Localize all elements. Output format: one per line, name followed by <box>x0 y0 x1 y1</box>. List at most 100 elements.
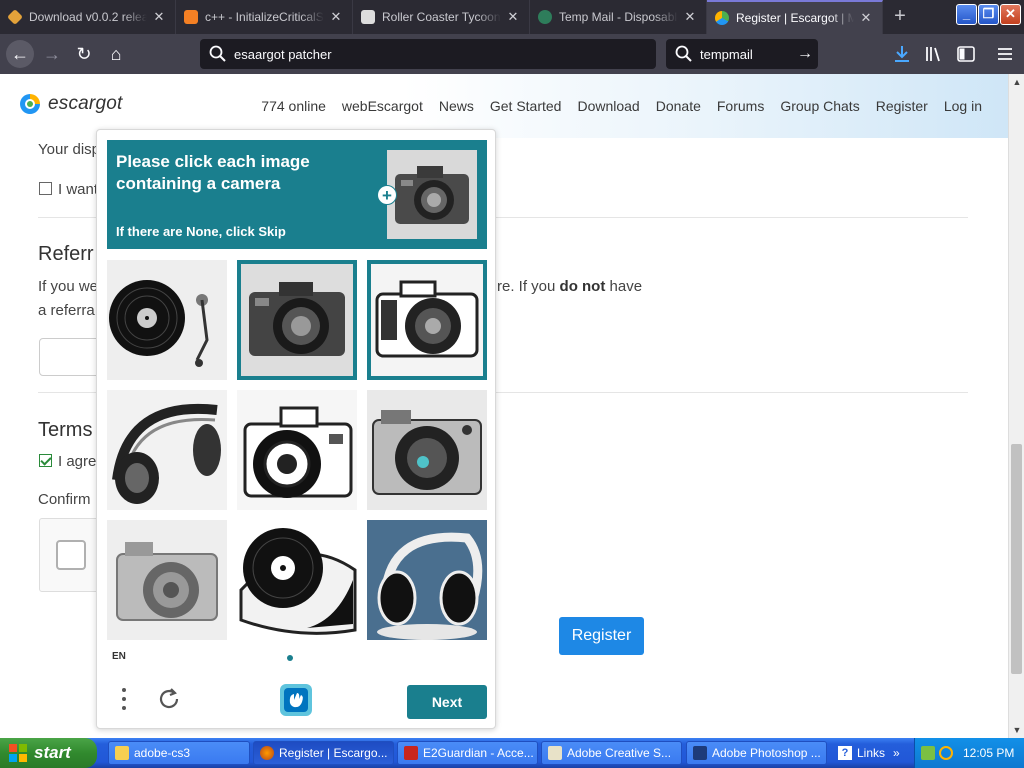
expand-sample-icon[interactable]: + <box>377 185 397 205</box>
tab-close-icon[interactable]: ✕ <box>682 9 698 25</box>
page-scrollbar[interactable]: ▲ ▼ <box>1008 74 1024 738</box>
captcha-tile-6[interactable] <box>367 390 487 510</box>
search-bar[interactable]: tempmail → <box>666 39 818 69</box>
tab-close-icon[interactable]: ✕ <box>858 10 874 26</box>
sidebar-icon[interactable] <box>954 42 978 66</box>
captcha-tile-9[interactable] <box>367 520 487 640</box>
tab-roller-coaster[interactable]: Roller Coaster Tycoon ✕ <box>353 0 530 34</box>
search-tray-icon[interactable] <box>939 746 953 760</box>
tab-title: Download v0.0.2 release <box>29 10 147 24</box>
tab-temp-mail[interactable]: Temp Mail - Disposable ✕ <box>530 0 707 34</box>
register-button[interactable]: Register <box>559 617 644 655</box>
installer-icon <box>548 746 562 760</box>
back-button[interactable]: ← <box>6 40 34 68</box>
tab-close-icon[interactable]: ✕ <box>505 9 521 25</box>
minimize-button[interactable]: _ <box>956 4 977 25</box>
captcha-tile-1[interactable] <box>107 260 227 380</box>
tab-favicon-icon <box>538 10 552 24</box>
want-label: I want <box>58 181 99 198</box>
referral-text-line2: a referra <box>38 302 95 319</box>
close-window-button[interactable]: ✕ <box>1000 4 1021 25</box>
captcha-tile-2[interactable] <box>237 260 357 380</box>
network-icon[interactable] <box>921 746 935 760</box>
links-label: Links <box>857 746 886 760</box>
scroll-down-arrow-icon[interactable]: ▼ <box>1009 722 1024 738</box>
agree-checkbox[interactable] <box>39 454 52 467</box>
captcha-tile-7[interactable] <box>107 520 227 640</box>
refresh-icon[interactable] <box>156 686 182 712</box>
confirm-label: Confirm <box>38 491 91 508</box>
links-chevron: » <box>893 746 900 760</box>
want-checkbox[interactable] <box>39 182 52 195</box>
scroll-up-arrow-icon[interactable]: ▲ <box>1009 74 1024 90</box>
agree-label: I agre <box>58 453 97 470</box>
start-button[interactable]: start <box>0 738 97 768</box>
site-name: escargot <box>48 93 123 114</box>
search-icon <box>675 45 692 62</box>
site-logo[interactable]: escargot <box>18 92 122 116</box>
site-menu: 774 online webEscargot News Get Started … <box>245 98 982 114</box>
task-adobe-photoshop[interactable]: Adobe Photoshop ... <box>686 741 827 765</box>
menu-item-webescargot[interactable]: webEscargot <box>342 98 423 114</box>
forward-button[interactable]: → <box>38 40 66 68</box>
tab-title: Roller Coaster Tycoon <box>382 10 501 24</box>
menu-item-download[interactable]: Download <box>577 98 639 114</box>
tab-register-escargot[interactable]: Register | Escargot | MSN ✕ <box>707 0 883 34</box>
tab-favicon-icon <box>361 10 375 24</box>
menu-item-news[interactable]: News <box>439 98 474 114</box>
tab-close-icon[interactable]: ✕ <box>151 9 167 25</box>
address-bar[interactable]: esaargot patcher <box>200 39 656 69</box>
referral-text-c: have <box>605 278 643 295</box>
camera-image <box>237 390 357 510</box>
tab-title: Temp Mail - Disposable <box>559 10 678 24</box>
tab-title: c++ - InitializeCriticalSection <box>205 10 324 24</box>
firefox-icon <box>260 746 274 760</box>
terms-heading: Terms <box>38 419 93 441</box>
search-text: tempmail <box>700 46 753 62</box>
menu-item-forums[interactable]: Forums <box>717 98 764 114</box>
search-go-icon[interactable]: → <box>792 45 818 63</box>
tab-favicon-icon <box>184 10 198 24</box>
tab-close-icon[interactable]: ✕ <box>328 9 344 25</box>
menu-item-register[interactable]: Register <box>876 98 928 114</box>
menu-item-get-started[interactable]: Get Started <box>490 98 562 114</box>
folder-icon <box>115 746 129 760</box>
library-icon[interactable] <box>922 42 946 66</box>
new-tab-button[interactable]: + <box>888 4 912 30</box>
captcha-tile-4[interactable] <box>107 390 227 510</box>
reload-button[interactable]: ↻ <box>70 40 98 68</box>
tab-download-release[interactable]: Download v0.0.2 release ✕ <box>0 0 176 34</box>
restore-button[interactable]: ❐ <box>978 4 999 25</box>
menu-dots-icon[interactable] <box>119 688 129 714</box>
task-adobe-cs3[interactable]: adobe-cs3 <box>108 741 250 765</box>
referral-text-left: If you we <box>38 278 99 295</box>
task-label: Adobe Creative S... <box>567 746 672 760</box>
taskbar: start adobe-cs3 Register | Escargo... E2… <box>0 738 1024 768</box>
camera-image <box>241 264 353 376</box>
e2guardian-icon <box>404 746 418 760</box>
camera-image <box>371 264 483 376</box>
browser-nav-bar: ← → ↻ ⌂ esaargot patcher tempmail → <box>0 34 1024 74</box>
hcaptcha-logo-icon <box>280 684 312 716</box>
menu-item-donate[interactable]: Donate <box>656 98 701 114</box>
display-name-label: Your disp <box>38 141 100 158</box>
camera-image <box>367 390 487 510</box>
captcha-tile-5[interactable] <box>237 390 357 510</box>
menu-item-group-chats[interactable]: Group Chats <box>780 98 859 114</box>
menu-item-login[interactable]: Log in <box>944 98 982 114</box>
downloads-icon[interactable] <box>890 42 914 66</box>
links-toolbar[interactable]: ? Links » <box>834 741 912 765</box>
task-e2guardian[interactable]: E2Guardian - Acce... <box>397 741 538 765</box>
browser-tab-strip: Download v0.0.2 release ✕ c++ - Initiali… <box>0 0 1024 34</box>
task-adobe-creative-suite[interactable]: Adobe Creative S... <box>541 741 682 765</box>
tab-stackoverflow[interactable]: c++ - InitializeCriticalSection ✕ <box>176 0 353 34</box>
captcha-tile-8[interactable] <box>237 520 357 640</box>
next-button[interactable]: Next <box>407 685 487 719</box>
scroll-thumb[interactable] <box>1011 444 1022 674</box>
task-firefox-register[interactable]: Register | Escargo... <box>253 741 394 765</box>
captcha-checkbox[interactable] <box>56 540 86 570</box>
home-button[interactable]: ⌂ <box>102 40 130 68</box>
captcha-tile-3[interactable] <box>367 260 487 380</box>
hamburger-menu-icon[interactable] <box>993 42 1017 66</box>
language-selector[interactable]: EN <box>112 651 126 662</box>
